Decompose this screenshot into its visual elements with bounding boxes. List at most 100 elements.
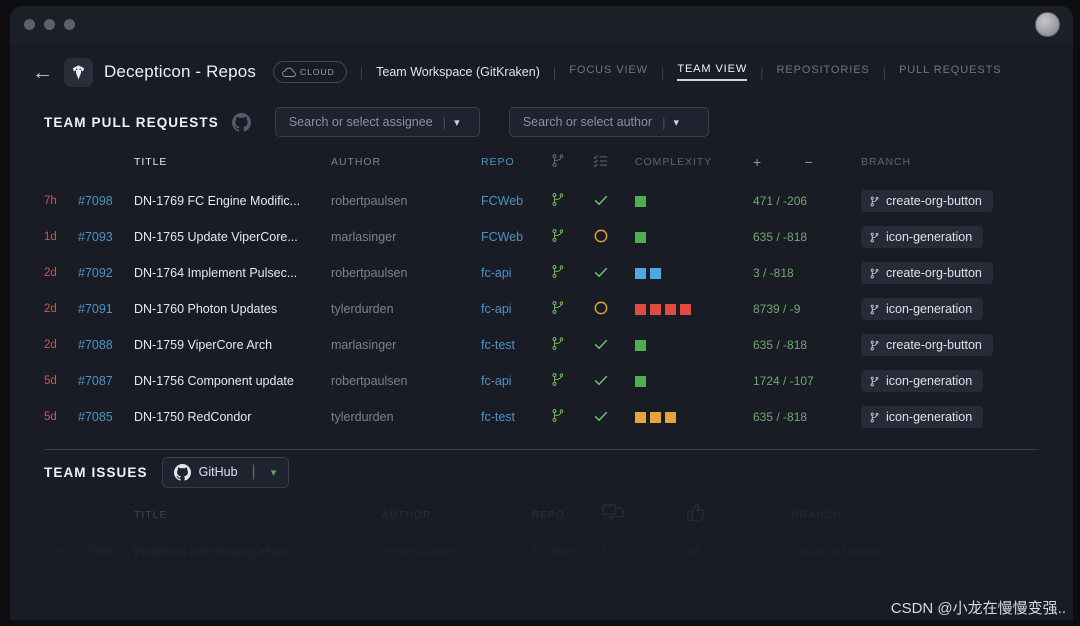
row-branch[interactable]: create-org-button <box>861 327 1039 363</box>
branch-chip[interactable]: create-org-button <box>861 262 993 284</box>
close-window-button[interactable] <box>24 19 35 30</box>
row-branch-action[interactable]: Create a branch <box>792 538 1040 566</box>
row-branch-status-icon[interactable] <box>551 183 593 219</box>
row-author[interactable]: robertpaulsen <box>382 566 532 594</box>
row-number[interactable]: #7093 <box>78 219 134 255</box>
row-repo[interactable]: FCWeb <box>532 538 602 566</box>
table-row[interactable]: 7h #7098 DN-1769 FC Engine Modific... rober… <box>44 183 1039 219</box>
table-row[interactable]: 2d #7088 DN-1759 ViperCore Arch marlasinger… <box>44 327 1039 363</box>
row-branch-status-icon[interactable] <box>551 327 593 363</box>
tab-repositories[interactable]: REPOSITORIES <box>777 64 870 80</box>
row-repo[interactable]: FCWeb <box>481 219 551 255</box>
col-branch[interactable]: BRANCH <box>861 144 1039 183</box>
col-title[interactable]: TITLE <box>134 494 382 538</box>
assignee-filter-select[interactable]: Search or select assignee | ▾ <box>274 107 480 137</box>
row-number[interactable]: #7098 <box>78 183 134 219</box>
branch-chip[interactable]: create-org-button <box>861 334 993 356</box>
row-status-icon[interactable] <box>593 183 635 219</box>
row-branch[interactable]: create-org-button <box>861 183 1039 219</box>
row-title[interactable]: DN-1765 Update ViperCore... <box>134 219 331 255</box>
row-branch-status-icon[interactable] <box>551 363 593 399</box>
table-row[interactable]: 2d #7091 DN-1760 Photon Updates tylerdurden… <box>44 291 1039 327</box>
row-number[interactable]: #7091 <box>78 291 134 327</box>
row-number[interactable]: #7088 <box>78 327 134 363</box>
cloud-badge[interactable]: CLOUD <box>273 61 347 83</box>
row-author[interactable]: robertpaulsen <box>331 255 481 291</box>
row-number[interactable]: #7098 <box>78 538 134 566</box>
row-author[interactable]: robertpaulsen <box>382 538 532 566</box>
row-branch-status-icon[interactable] <box>551 255 593 291</box>
tab-focus-view[interactable]: FOCUS VIEW <box>569 64 648 80</box>
branch-chip[interactable]: icon-generation <box>861 226 984 248</box>
col-thumbs-up[interactable] <box>686 494 792 538</box>
col-author[interactable]: AUTHOR <box>331 144 481 183</box>
chevron-down-icon[interactable]: ▾ <box>454 116 468 129</box>
row-title[interactable]: DN-1769 FC Engine Modific... <box>134 183 331 219</box>
tab-team-view[interactable]: TEAM VIEW <box>677 63 748 81</box>
tab-pull-requests[interactable]: PULL REQUESTS <box>899 64 1001 80</box>
row-branch[interactable]: icon-generation <box>861 291 1039 327</box>
row-title[interactable]: DN-1750 RedCondor <box>134 399 331 435</box>
row-author[interactable]: robertpaulsen <box>331 183 481 219</box>
col-branch-status[interactable] <box>551 144 593 183</box>
list-item[interactable]: 11m #7098 Problems not clearing when ... ro… <box>44 538 1039 566</box>
branch-chip[interactable]: icon-generation <box>861 370 984 392</box>
list-item[interactable]: 15m #7093 Support subWord navigation... rob… <box>44 566 1039 594</box>
branch-chip[interactable]: icon-generation <box>861 298 984 320</box>
row-repo[interactable]: fc-api <box>481 363 551 399</box>
chevron-down-icon[interactable]: ▾ <box>264 466 284 479</box>
col-checks[interactable] <box>593 144 635 183</box>
row-title[interactable]: DN-1764 Implement Pulsec... <box>134 255 331 291</box>
issues-provider-select[interactable]: GitHub | ▾ <box>161 456 290 488</box>
col-comments[interactable] <box>601 494 686 538</box>
col-repo[interactable]: REPO <box>481 144 551 183</box>
row-title[interactable]: Problems not clearing when ... <box>134 538 382 566</box>
row-author[interactable]: marlasinger <box>331 219 481 255</box>
row-number[interactable]: #7092 <box>78 255 134 291</box>
row-number[interactable]: #7085 <box>78 399 134 435</box>
col-title[interactable]: TITLE <box>134 144 331 183</box>
row-repo[interactable]: fc-test <box>481 327 551 363</box>
col-branch[interactable]: BRANCH <box>792 494 1040 538</box>
row-number[interactable]: #7087 <box>78 363 134 399</box>
row-repo[interactable]: fc-api <box>481 291 551 327</box>
user-avatar[interactable] <box>1035 12 1060 37</box>
row-branch[interactable]: icon-generation <box>861 399 1039 435</box>
row-title[interactable]: DN-1760 Photon Updates <box>134 291 331 327</box>
branch-chip[interactable]: icon-generation <box>861 406 984 428</box>
row-title[interactable]: DN-1756 Component update <box>134 363 331 399</box>
back-arrow-icon[interactable]: ← <box>32 62 58 83</box>
branch-chip[interactable]: create-org-button <box>861 190 993 212</box>
row-author[interactable]: tylerdurden <box>331 399 481 435</box>
row-author[interactable]: tylerdurden <box>331 291 481 327</box>
workspace-name[interactable]: Team Workspace (GitKraken) <box>376 65 540 79</box>
row-author[interactable]: marlasinger <box>331 327 481 363</box>
maximize-window-button[interactable] <box>64 19 75 30</box>
row-title[interactable]: Support subWord navigation... <box>134 566 382 594</box>
row-title[interactable]: DN-1759 ViperCore Arch <box>134 327 331 363</box>
row-branch-status-icon[interactable] <box>551 399 593 435</box>
row-status-icon[interactable] <box>593 399 635 435</box>
row-branch[interactable]: icon-generation <box>861 363 1039 399</box>
row-status-icon[interactable] <box>593 255 635 291</box>
minimize-window-button[interactable] <box>44 19 55 30</box>
table-row[interactable]: 1d #7093 DN-1765 Update ViperCore... marlas… <box>44 219 1039 255</box>
row-status-icon[interactable] <box>593 327 635 363</box>
author-filter-select[interactable]: Search or select author | ▾ <box>508 107 709 137</box>
row-author[interactable]: robertpaulsen <box>331 363 481 399</box>
row-status-icon[interactable] <box>593 219 635 255</box>
table-row[interactable]: 5d #7087 DN-1756 Component update robertpau… <box>44 363 1039 399</box>
row-branch-action[interactable] <box>792 566 1040 594</box>
row-status-icon[interactable] <box>593 291 635 327</box>
col-complexity[interactable]: COMPLEXITY <box>635 144 753 183</box>
row-branch-status-icon[interactable] <box>551 219 593 255</box>
row-number[interactable]: #7093 <box>78 566 134 594</box>
row-status-icon[interactable] <box>593 363 635 399</box>
row-repo[interactable]: fc-api <box>481 255 551 291</box>
row-branch[interactable]: icon-generation <box>861 219 1039 255</box>
row-repo[interactable]: FCWeb <box>481 183 551 219</box>
col-repo[interactable]: REPO <box>532 494 602 538</box>
chevron-down-icon[interactable]: ▾ <box>673 116 687 129</box>
row-repo[interactable]: fc-test <box>481 399 551 435</box>
row-repo[interactable]: FCWeb <box>532 566 602 594</box>
